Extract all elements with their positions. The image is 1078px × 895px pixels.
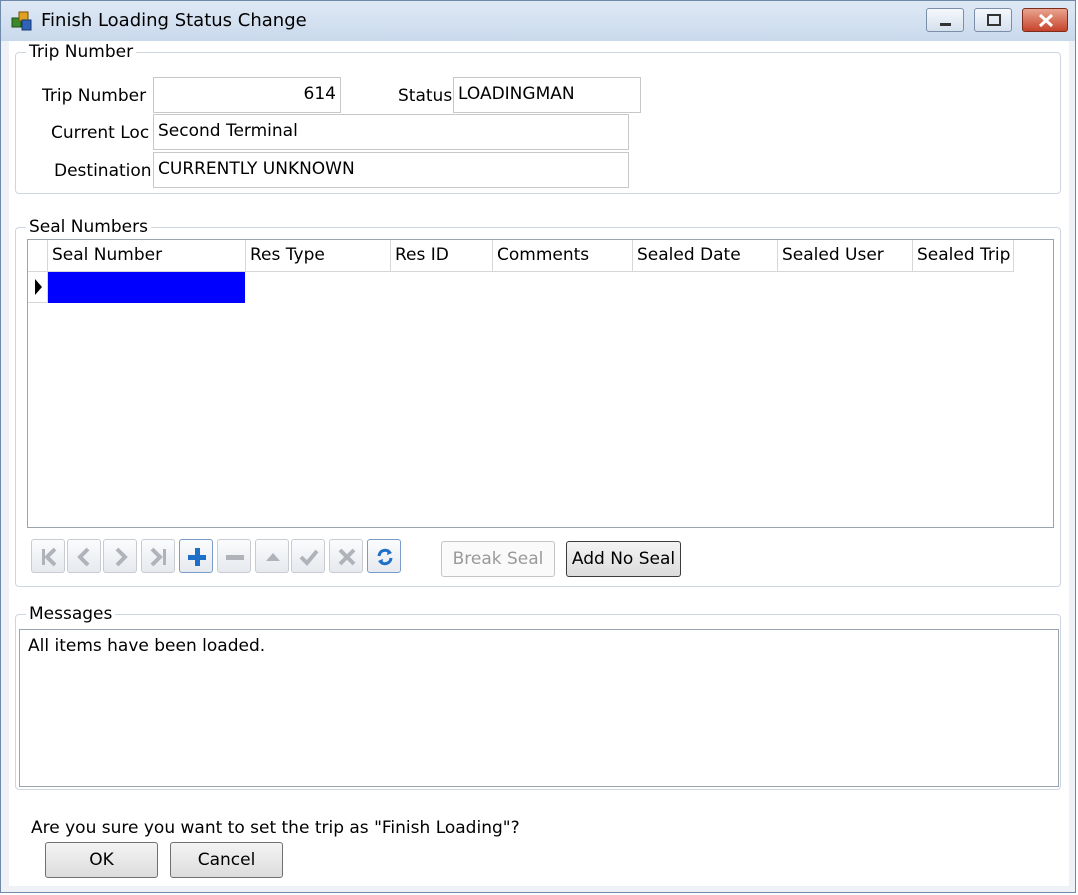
column-header[interactable]: Comments <box>493 240 633 272</box>
prior-icon <box>77 547 90 567</box>
minimize-button[interactable] <box>926 8 964 32</box>
destination-field[interactable]: CURRENTLY UNKNOWN <box>153 152 629 188</box>
cancel-icon <box>338 548 356 566</box>
destination-label: Destination <box>54 161 152 181</box>
row-indicator[interactable] <box>28 272 48 303</box>
add-no-seal-button[interactable]: Add No Seal <box>566 541 681 577</box>
trip-number-label: Trip Number <box>42 86 147 106</box>
last-icon <box>150 547 166 567</box>
grid-corner <box>28 240 48 272</box>
edit-icon <box>266 553 280 561</box>
minimize-icon <box>940 23 951 26</box>
close-icon <box>1038 13 1054 28</box>
cancel-button[interactable]: Cancel <box>170 842 283 878</box>
confirmation-question: Are you sure you want to set the trip as… <box>31 818 520 838</box>
column-header[interactable]: Res Type <box>246 240 391 272</box>
delete-icon <box>226 555 244 560</box>
status-field[interactable]: LOADINGMAN <box>453 77 641 113</box>
title-bar[interactable]: Finish Loading Status Change <box>1 1 1075 41</box>
nav-refresh-button[interactable] <box>367 539 401 573</box>
maximize-button[interactable] <box>974 8 1012 32</box>
dialog-body: Trip Number Trip Number 614 Status LOADI… <box>9 41 1069 886</box>
trip-number-field[interactable]: 614 <box>153 77 341 113</box>
status-label: Status <box>398 86 453 106</box>
next-icon <box>115 547 128 567</box>
seal-numbers-legend: Seal Numbers <box>26 217 151 237</box>
first-icon <box>42 547 57 567</box>
refresh-icon <box>377 548 393 566</box>
column-header[interactable]: Sealed Date <box>633 240 778 272</box>
nav-insert-button[interactable] <box>179 539 213 573</box>
break-seal-button[interactable]: Break Seal <box>441 541 555 577</box>
nav-prior-button[interactable] <box>67 539 101 573</box>
current-loc-field[interactable]: Second Terminal <box>153 114 629 150</box>
maximize-icon <box>987 14 1001 26</box>
current-row-arrow-icon <box>35 279 42 295</box>
column-header[interactable]: Res ID <box>391 240 493 272</box>
nav-post-button[interactable] <box>291 539 325 573</box>
seal-grid[interactable]: Seal Number Res Type Res ID Comments Sea… <box>27 239 1054 528</box>
nav-edit-button[interactable] <box>255 539 289 573</box>
nav-first-button[interactable] <box>31 539 65 573</box>
column-header[interactable]: Sealed Trip <box>913 240 1014 272</box>
window-title: Finish Loading Status Change <box>41 10 307 31</box>
messages-legend: Messages <box>26 604 116 624</box>
nav-cancel-button[interactable] <box>329 539 363 573</box>
messages-box[interactable]: All items have been loaded. <box>19 629 1059 787</box>
nav-last-button[interactable] <box>141 539 175 573</box>
selected-cell[interactable] <box>48 272 245 303</box>
column-header[interactable]: Seal Number <box>48 240 246 272</box>
app-icon <box>11 11 32 31</box>
current-loc-label: Current Loc <box>51 123 150 143</box>
column-header[interactable]: Sealed User <box>778 240 913 272</box>
post-icon <box>299 549 319 566</box>
nav-next-button[interactable] <box>103 539 137 573</box>
ok-button[interactable]: OK <box>45 842 158 878</box>
insert-icon <box>188 548 206 566</box>
trip-number-legend: Trip Number <box>26 42 137 62</box>
close-button[interactable] <box>1022 8 1068 32</box>
dialog-window: Finish Loading Status Change Trip Number… <box>0 0 1076 893</box>
nav-delete-button[interactable] <box>217 539 251 573</box>
